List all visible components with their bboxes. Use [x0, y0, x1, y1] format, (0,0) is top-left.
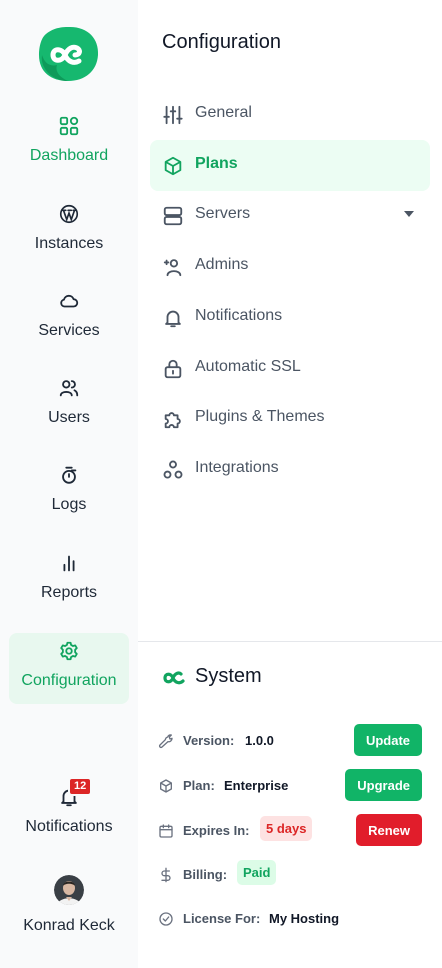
system-plan-row: Plan: Enterprise Upgrade — [158, 769, 428, 803]
system-title: System — [195, 665, 262, 687]
avatar — [54, 875, 84, 905]
bell-icon — [165, 310, 181, 328]
sidebar: Dashboard Instances Services Users Logs — [0, 0, 138, 968]
chevron-down-icon[interactable] — [404, 211, 414, 217]
notification-count-badge: 12 — [68, 777, 93, 796]
menu-item-label: Integrations — [195, 459, 279, 476]
sidebar-item-label: Notifications — [25, 818, 113, 835]
billing-label: Billing: — [183, 867, 228, 882]
server-icon — [163, 206, 183, 226]
system-version-row: Version: 1.0.0 Update — [158, 724, 428, 758]
check-circle-icon — [159, 912, 173, 926]
config-menu-integrations[interactable]: Integrations — [150, 444, 430, 495]
sidebar-item-users[interactable]: Users — [9, 377, 129, 437]
sidebar-item-label: Dashboard — [29, 147, 109, 164]
system-billing-row: Billing: Paid — [158, 858, 428, 892]
sliders-icon — [163, 105, 183, 125]
bar-chart-icon — [63, 555, 75, 572]
sidebar-item-label: Logs — [51, 496, 87, 513]
sidebar-item-configuration[interactable]: Configuration — [9, 633, 129, 704]
update-button[interactable]: Update — [353, 724, 422, 756]
app-logo[interactable] — [37, 25, 100, 83]
menu-item-label: Plans — [195, 155, 238, 172]
sidebar-item-label: Services — [38, 322, 100, 339]
menu-item-label: Notifications — [195, 307, 283, 324]
menu-item-label: Automatic SSL — [195, 358, 301, 375]
sidebar-item-label: Users — [48, 409, 90, 426]
menu-item-label: Servers — [195, 205, 251, 222]
system-license-row: License For: My Hosting — [158, 902, 428, 936]
integrations-icon — [163, 460, 183, 479]
plan-label: Plan: — [183, 778, 215, 793]
user-plus-icon — [163, 259, 182, 277]
expires-label: Expires In: — [183, 823, 250, 838]
dashboard-grid-icon — [59, 116, 79, 136]
puzzle-icon — [164, 412, 181, 429]
menu-item-label: General — [195, 104, 252, 121]
config-menu-plugins-themes[interactable]: Plugins & Themes — [150, 393, 430, 444]
version-label: Version: — [183, 733, 235, 748]
timer-icon — [62, 466, 77, 484]
menu-item-label: Admins — [195, 256, 249, 273]
plan-value: Enterprise — [224, 778, 289, 793]
wordpress-icon — [59, 204, 79, 224]
sidebar-item-label: Reports — [40, 584, 98, 601]
menu-item-label: Plugins & Themes — [195, 408, 325, 425]
gear-icon — [60, 641, 78, 661]
box-icon — [160, 779, 172, 793]
sidebar-item-label: Instances — [34, 235, 104, 252]
config-menu-notifications[interactable]: Notifications — [150, 292, 430, 343]
box-icon — [164, 156, 182, 176]
sidebar-item-label: Konrad Keck — [23, 917, 115, 934]
calendar-icon — [159, 824, 173, 838]
license-value: My Hosting — [269, 911, 340, 926]
users-icon — [59, 380, 79, 397]
page-title: Configuration — [162, 31, 281, 53]
expires-value-badge: 5 days — [260, 816, 313, 841]
sidebar-item-label: Configuration — [21, 672, 117, 689]
notification-bell: 12 — [58, 777, 93, 808]
sidebar-item-dashboard[interactable]: Dashboard — [9, 115, 129, 175]
version-value: 1.0.0 — [245, 733, 274, 748]
license-label: License For: — [183, 911, 261, 926]
wrench-icon — [158, 734, 173, 749]
dollar-icon — [161, 867, 171, 883]
upgrade-button[interactable]: Upgrade — [345, 769, 422, 801]
sidebar-item-profile[interactable]: Konrad Keck — [9, 875, 129, 939]
section-divider — [138, 641, 442, 642]
sidebar-item-notifications[interactable]: 12 Notifications — [9, 777, 129, 846]
config-menu-admins[interactable]: Admins — [150, 241, 430, 292]
lock-icon — [164, 359, 182, 379]
renew-button[interactable]: Renew — [356, 814, 422, 846]
config-menu-servers[interactable]: Servers — [150, 190, 430, 241]
system-logo-icon — [163, 671, 185, 685]
sidebar-item-services[interactable]: Services — [9, 290, 129, 350]
config-menu-automatic-ssl[interactable]: Automatic SSL — [150, 343, 430, 394]
cloud-icon — [60, 294, 79, 308]
billing-status-badge: Paid — [237, 860, 277, 885]
system-expires-row: Expires In: 5 days Renew — [158, 814, 428, 848]
sidebar-item-instances[interactable]: Instances — [9, 203, 129, 263]
sidebar-item-reports[interactable]: Reports — [9, 552, 129, 612]
sidebar-item-logs[interactable]: Logs — [9, 464, 129, 524]
config-menu-general[interactable]: General — [150, 89, 430, 140]
config-menu-plans[interactable]: Plans — [150, 140, 430, 191]
